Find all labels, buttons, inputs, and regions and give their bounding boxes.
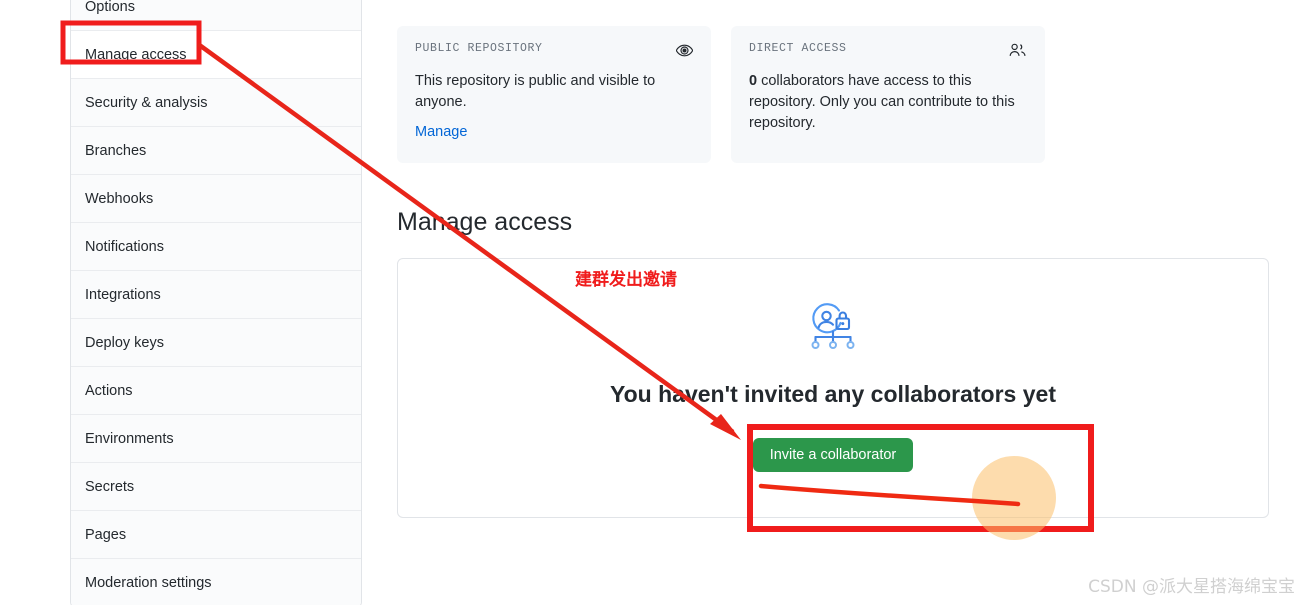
direct-access-kicker: DIRECT ACCESS	[749, 42, 847, 55]
eye-icon	[675, 42, 694, 59]
direct-access-text: collaborators have access to this reposi…	[749, 73, 1015, 131]
empty-state-content: You haven't invited any collaborators ye…	[398, 301, 1268, 472]
people-icon	[1009, 42, 1027, 59]
sidebar-item-deploy-keys[interactable]: Deploy keys	[71, 319, 361, 367]
collaborator-count: 0	[749, 73, 758, 89]
collaborators-empty-panel: You haven't invited any collaborators ye…	[397, 258, 1269, 518]
sidebar-item-moderation-settings[interactable]: Moderation settings	[71, 559, 361, 605]
empty-state-heading: You haven't invited any collaborators ye…	[610, 381, 1056, 407]
sidebar-item-manage-access[interactable]: Manage access	[71, 31, 361, 79]
person-lock-org-chart-icon	[398, 301, 1268, 359]
invite-a-collaborator-button[interactable]: Invite a collaborator	[752, 438, 914, 472]
direct-access-card: DIRECT ACCESS 0 collaborators have acces…	[731, 26, 1045, 163]
sidebar-item-notifications[interactable]: Notifications	[71, 223, 361, 271]
sidebar-item-integrations[interactable]: Integrations	[71, 271, 361, 319]
direct-access-description: 0 collaborators have access to this repo…	[749, 71, 1027, 134]
sidebar-item-options[interactable]: Options	[71, 0, 361, 31]
screenshot-root: Options Manage access Security & analysi…	[0, 0, 1313, 605]
sidebar-item-environments[interactable]: Environments	[71, 415, 361, 463]
public-repository-description: This repository is public and visible to…	[415, 73, 656, 110]
sidebar-item-actions[interactable]: Actions	[71, 367, 361, 415]
csdn-watermark: CSDN @派大星搭海绵宝宝	[1088, 577, 1295, 597]
sidebar-item-webhooks[interactable]: Webhooks	[71, 175, 361, 223]
manage-visibility-link[interactable]: Manage	[415, 124, 467, 140]
public-repository-kicker: PUBLIC REPOSITORY	[415, 42, 543, 55]
settings-sidebar: Options Manage access Security & analysi…	[70, 0, 362, 605]
card-header: PUBLIC REPOSITORY	[415, 42, 694, 59]
sidebar-item-branches[interactable]: Branches	[71, 127, 361, 175]
sidebar-item-pages[interactable]: Pages	[71, 511, 361, 559]
card-header: DIRECT ACCESS	[749, 42, 1027, 59]
page-title: Manage access	[397, 208, 573, 236]
sidebar-item-secrets[interactable]: Secrets	[71, 463, 361, 511]
sidebar-item-security-analysis[interactable]: Security & analysis	[71, 79, 361, 127]
annotation-note-chinese: 建群发出邀请	[575, 270, 677, 290]
public-repository-card: PUBLIC REPOSITORY This repository is pub…	[397, 26, 711, 163]
